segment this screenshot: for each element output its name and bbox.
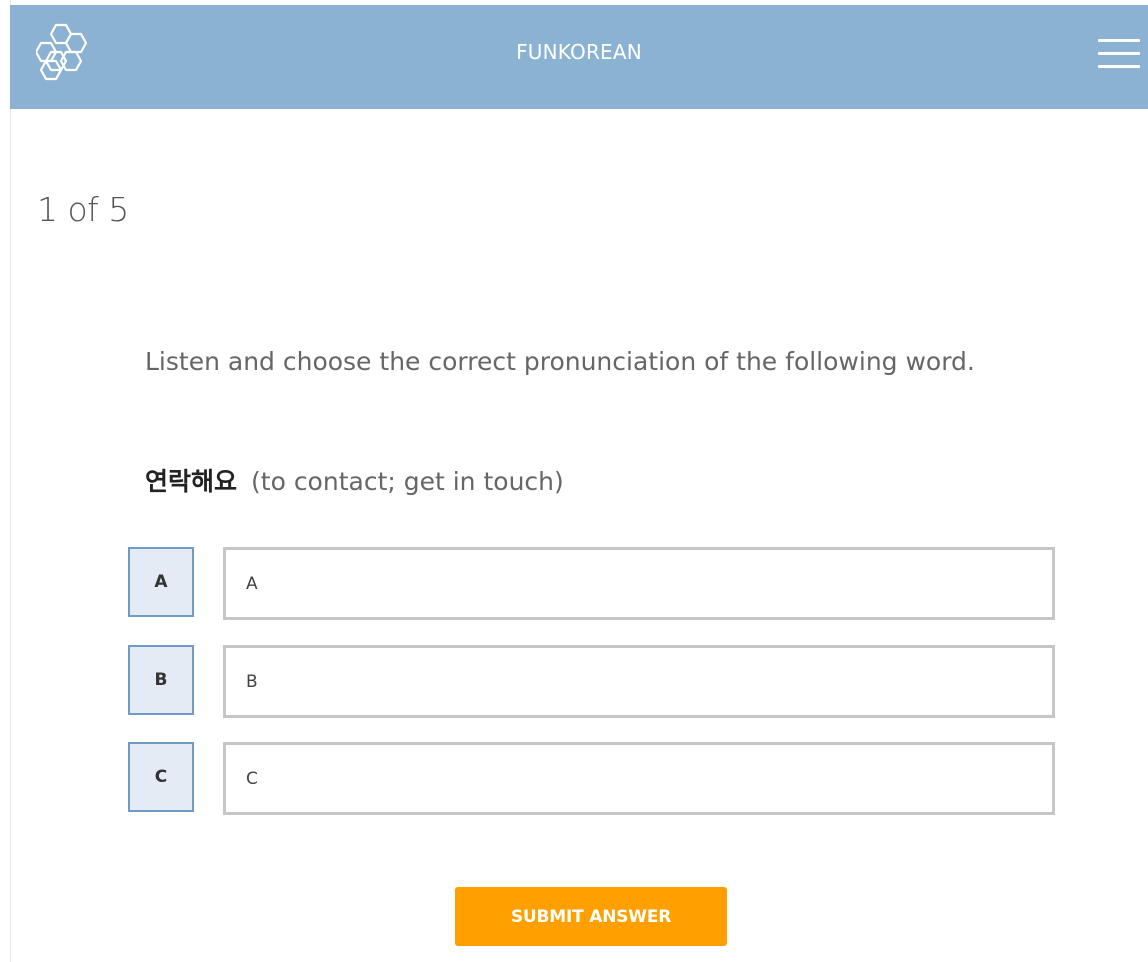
option-audio-c[interactable]: C: [223, 742, 1055, 815]
answer-option-a[interactable]: A A: [128, 547, 1056, 621]
left-border: [10, 0, 11, 962]
app-header: FUNKOREAN: [10, 5, 1148, 109]
menu-bar-middle: [1098, 52, 1140, 55]
option-letter-b[interactable]: B: [128, 645, 194, 715]
menu-bar-top: [1098, 39, 1140, 42]
question-instruction: Listen and choose the correct pronunciat…: [145, 347, 975, 376]
answer-option-c[interactable]: C C: [128, 742, 1056, 816]
option-audio-b[interactable]: B: [223, 645, 1055, 718]
quiz-page: FUNKOREAN 1 of 5 Listen and choose the c…: [0, 0, 1148, 962]
submit-answer-button[interactable]: SUBMIT ANSWER: [455, 887, 727, 946]
answer-option-b[interactable]: B B: [128, 645, 1056, 719]
hamburger-menu-icon[interactable]: [1098, 37, 1140, 71]
option-audio-a[interactable]: A: [223, 547, 1055, 620]
word-meaning: (to contact; get in touch): [251, 467, 564, 496]
menu-bar-bottom: [1098, 65, 1140, 68]
target-word-line: 연락해요 (to contact; get in touch): [145, 462, 1045, 498]
brand-title[interactable]: FUNKOREAN: [10, 40, 1148, 64]
option-letter-c[interactable]: C: [128, 742, 194, 812]
korean-word: 연락해요: [145, 467, 238, 496]
option-letter-a[interactable]: A: [128, 547, 194, 617]
question-progress: 1 of 5: [37, 190, 129, 229]
